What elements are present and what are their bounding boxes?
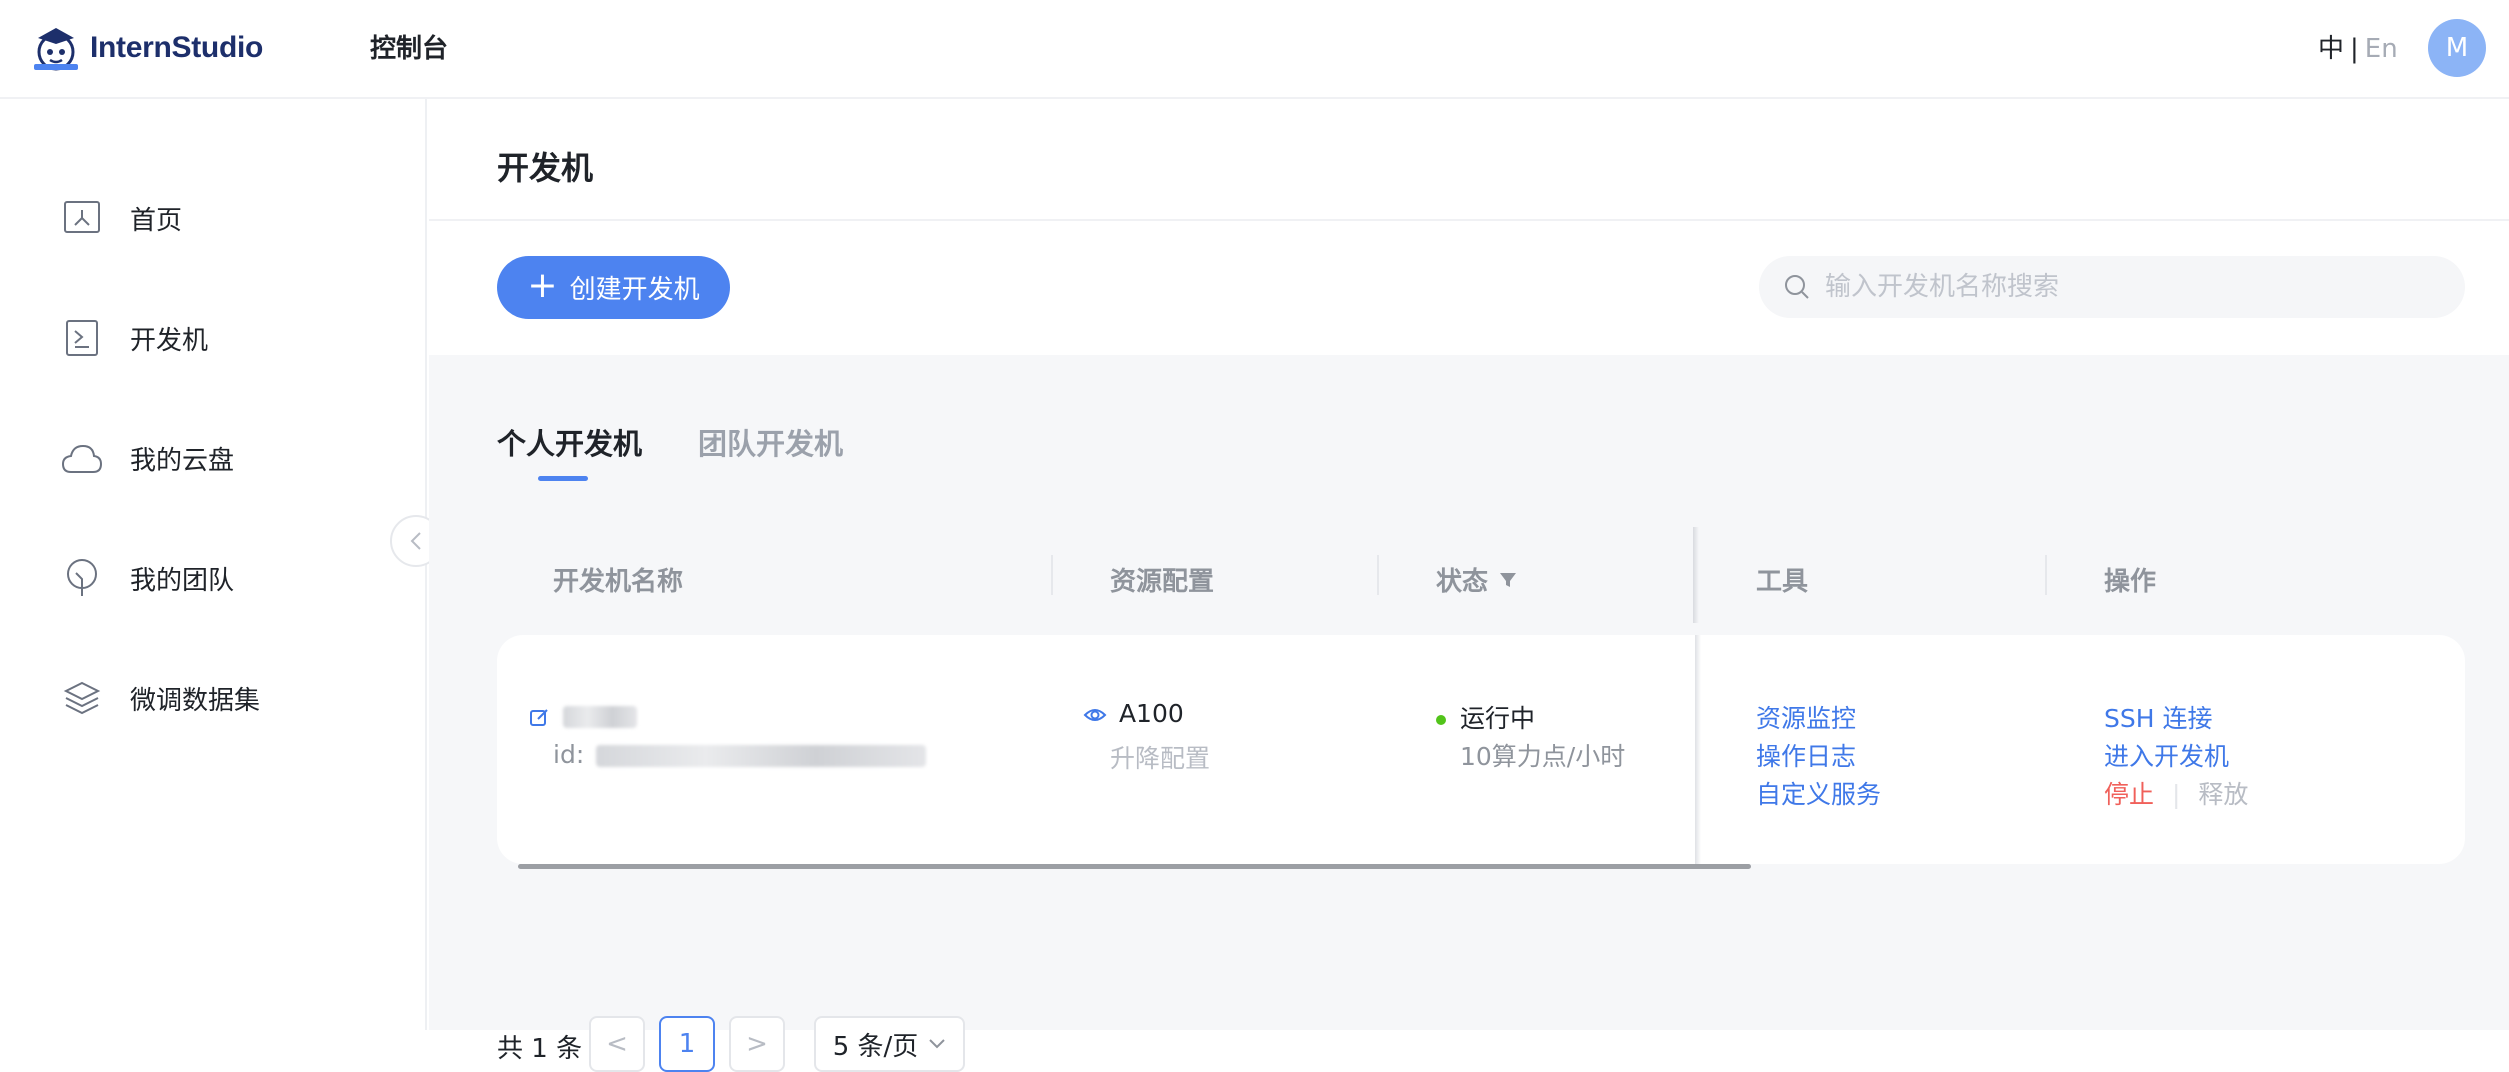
column-separator (2045, 555, 2047, 595)
running-status-dot (1436, 715, 1446, 725)
stop-release-actions: 停止 | 释放 (2104, 775, 2248, 811)
sidebar: 首页 开发机 我的云盘 我的团队 微调数据集 (0, 99, 442, 1030)
create-button-label: 创建开发机 (569, 275, 700, 305)
pagination-page-1[interactable]: 1 (659, 1016, 715, 1072)
create-devmachine-button[interactable]: + 创建开发机 (497, 256, 730, 319)
app-logo[interactable]: InternStudio (30, 22, 263, 74)
cloud-icon (60, 436, 104, 480)
page-topbar: 开发机 + 创建开发机 (429, 99, 2509, 355)
pagination-total: 共 1 条 (497, 1034, 583, 1064)
sidebar-item-home[interactable]: 首页 (60, 194, 182, 242)
custom-service-link[interactable]: 自定义服务 (1756, 775, 1881, 811)
ssh-connect-link[interactable]: SSH 连接 (2104, 699, 2212, 735)
language-switch: 中 | En (2318, 28, 2398, 65)
status-cell: 运行中 (1436, 699, 1535, 735)
page-size-value: 5 条/页 (832, 1031, 919, 1062)
active-tab-indicator (538, 476, 588, 481)
sidebar-item-finetune-dataset[interactable]: 微调数据集 (60, 674, 260, 722)
sidebar-item-label: 我的团队 (130, 565, 235, 596)
chevron-left-icon: < (606, 1029, 628, 1059)
page-size-select[interactable]: 5 条/页 (814, 1016, 965, 1072)
filter-icon[interactable] (1498, 570, 1518, 590)
tab-team-devmachine[interactable]: 团队开发机 (698, 421, 843, 463)
operation-log-link[interactable]: 操作日志 (1756, 737, 1856, 773)
chevron-left-icon (410, 532, 421, 550)
page-title: 开发机 (497, 149, 594, 187)
column-header-status-label: 状态 (1436, 567, 1489, 597)
sidebar-item-label: 微调数据集 (130, 685, 261, 716)
logo-text: InternStudio (90, 31, 264, 64)
status-rate: 10算力点/小时 (1460, 742, 1626, 771)
terminal-icon (60, 316, 104, 360)
intern-mascot-icon (34, 28, 78, 71)
plus-icon: + (527, 264, 558, 306)
horizontal-scrollbar[interactable] (518, 864, 1751, 869)
action-separator: | (2171, 780, 2181, 809)
lang-separator: | (2350, 34, 2359, 64)
sidebar-item-cloud-drive[interactable]: 我的云盘 (60, 434, 234, 482)
devmachine-name-redacted (562, 706, 637, 728)
column-header-resource: 资源配置 (1110, 567, 1215, 597)
status-text: 运行中 (1460, 704, 1536, 733)
enter-devmachine-link[interactable]: 进入开发机 (2104, 737, 2229, 773)
release-link: 释放 (2198, 780, 2249, 809)
fixed-column-shadow (1695, 635, 1701, 864)
devmachine-name-cell (529, 701, 637, 730)
devmachine-id-redacted (596, 745, 927, 767)
stop-link[interactable]: 停止 (2104, 780, 2154, 809)
column-header-tools: 工具 (1756, 567, 1809, 597)
pagination-prev-button[interactable]: < (589, 1016, 645, 1072)
divider (429, 219, 2509, 221)
console-title[interactable]: 控制台 (370, 28, 448, 65)
top-header: InternStudio 控制台 中 | En M (0, 0, 2509, 99)
search-box (1759, 256, 2465, 318)
sidebar-item-label: 我的云盘 (130, 445, 235, 476)
column-separator (1377, 555, 1379, 595)
column-separator (1051, 555, 1053, 595)
tab-bar: 个人开发机 团队开发机 (497, 421, 899, 463)
sidebar-item-label: 首页 (130, 205, 183, 236)
user-avatar[interactable]: M (2428, 19, 2486, 77)
eye-icon[interactable] (1083, 706, 1107, 724)
location-pin-icon (60, 556, 104, 600)
column-header-name: 开发机名称 (553, 567, 684, 597)
lang-en-option[interactable]: En (2365, 34, 2398, 64)
column-header-status[interactable]: 状态 (1436, 561, 1518, 598)
resource-monitor-link[interactable]: 资源监控 (1756, 699, 1856, 735)
chevron-down-icon (929, 1039, 945, 1049)
lang-zh-option[interactable]: 中 (2318, 34, 2344, 64)
pagination-next-button[interactable]: > (729, 1016, 785, 1072)
sidebar-item-devmachine[interactable]: 开发机 (60, 314, 208, 362)
fixed-column-shadow (1693, 527, 1699, 623)
search-icon (1785, 275, 1809, 299)
devmachine-id-label: id: (553, 740, 585, 769)
search-input[interactable] (1825, 272, 2425, 302)
chevron-right-icon: > (746, 1029, 768, 1059)
main-content: 开发机 + 创建开发机 个人开发机 团队开发机 开发机名称 资源配置 状态 工具… (429, 99, 2509, 1072)
resource-cell: A100 (1083, 699, 1184, 728)
column-header-actions: 操作 (2104, 567, 2157, 597)
edit-icon[interactable] (529, 706, 551, 728)
layers-icon (60, 676, 104, 720)
resize-config-link: 升降配置 (1110, 744, 1211, 773)
home-icon (60, 196, 104, 240)
tab-personal-devmachine[interactable]: 个人开发机 (497, 421, 642, 463)
resource-gpu: A100 (1118, 699, 1184, 728)
devmachine-id-cell: id: (553, 740, 927, 769)
sidebar-item-my-team[interactable]: 我的团队 (60, 554, 234, 602)
sidebar-item-label: 开发机 (130, 325, 209, 356)
